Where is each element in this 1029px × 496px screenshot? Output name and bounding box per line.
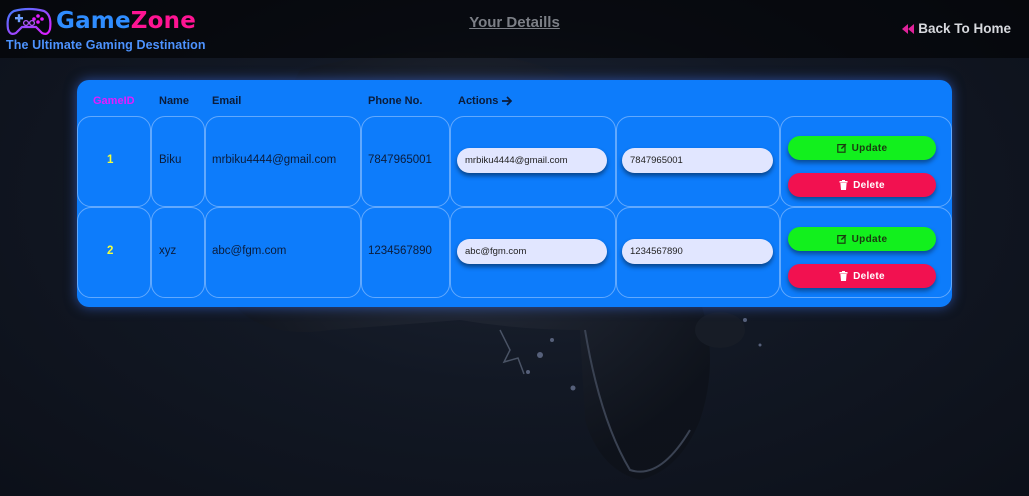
phone-input[interactable]	[622, 239, 773, 264]
col-header-name: Name	[159, 95, 189, 107]
user-name: Biku	[159, 154, 182, 166]
details-table-card: GameID Name Email Phone No. Actions 1 Bi…	[77, 80, 952, 307]
update-button-label: Update	[851, 142, 888, 154]
email-input[interactable]	[457, 239, 607, 264]
double-chevron-left-icon	[902, 23, 915, 34]
user-email: mrbiku4444@gmail.com	[212, 154, 337, 166]
update-button[interactable]: Update	[788, 227, 936, 251]
edit-icon	[836, 234, 847, 244]
table-cell	[77, 116, 151, 207]
user-phone: 7847965001	[368, 154, 432, 166]
brand-tagline: The Ultimate Gaming Destination	[6, 38, 206, 52]
top-header: GameZone The Ultimate Gaming Destination…	[0, 0, 1029, 58]
page-title: Your Detaills	[469, 14, 560, 31]
delete-button-label: Delete	[853, 179, 885, 191]
trash-icon	[839, 271, 848, 281]
user-phone: 1234567890	[368, 245, 432, 257]
delete-button[interactable]: Delete	[788, 173, 936, 197]
col-header-email: Email	[212, 95, 242, 107]
col-header-gameid: GameID	[93, 95, 135, 107]
col-header-actions-label: Actions	[458, 95, 499, 107]
back-to-home-link[interactable]: Back To Home	[902, 21, 1011, 36]
back-to-home-label: Back To Home	[918, 21, 1011, 36]
delete-button[interactable]: Delete	[788, 264, 936, 288]
game-id: 1	[107, 154, 114, 166]
phone-input[interactable]	[622, 148, 773, 173]
update-button-label: Update	[851, 233, 888, 245]
email-input[interactable]	[457, 148, 607, 173]
table-cell	[77, 207, 151, 298]
update-button[interactable]: Update	[788, 136, 936, 160]
user-name: xyz	[159, 245, 177, 257]
col-header-phone: Phone No.	[368, 95, 423, 107]
trash-icon	[839, 180, 848, 190]
user-email: abc@fgm.com	[212, 245, 287, 257]
game-id: 2	[107, 245, 114, 257]
edit-icon	[836, 143, 847, 153]
arrow-right-icon	[502, 96, 513, 106]
col-header-actions: Actions	[458, 95, 513, 107]
delete-button-label: Delete	[853, 270, 885, 282]
